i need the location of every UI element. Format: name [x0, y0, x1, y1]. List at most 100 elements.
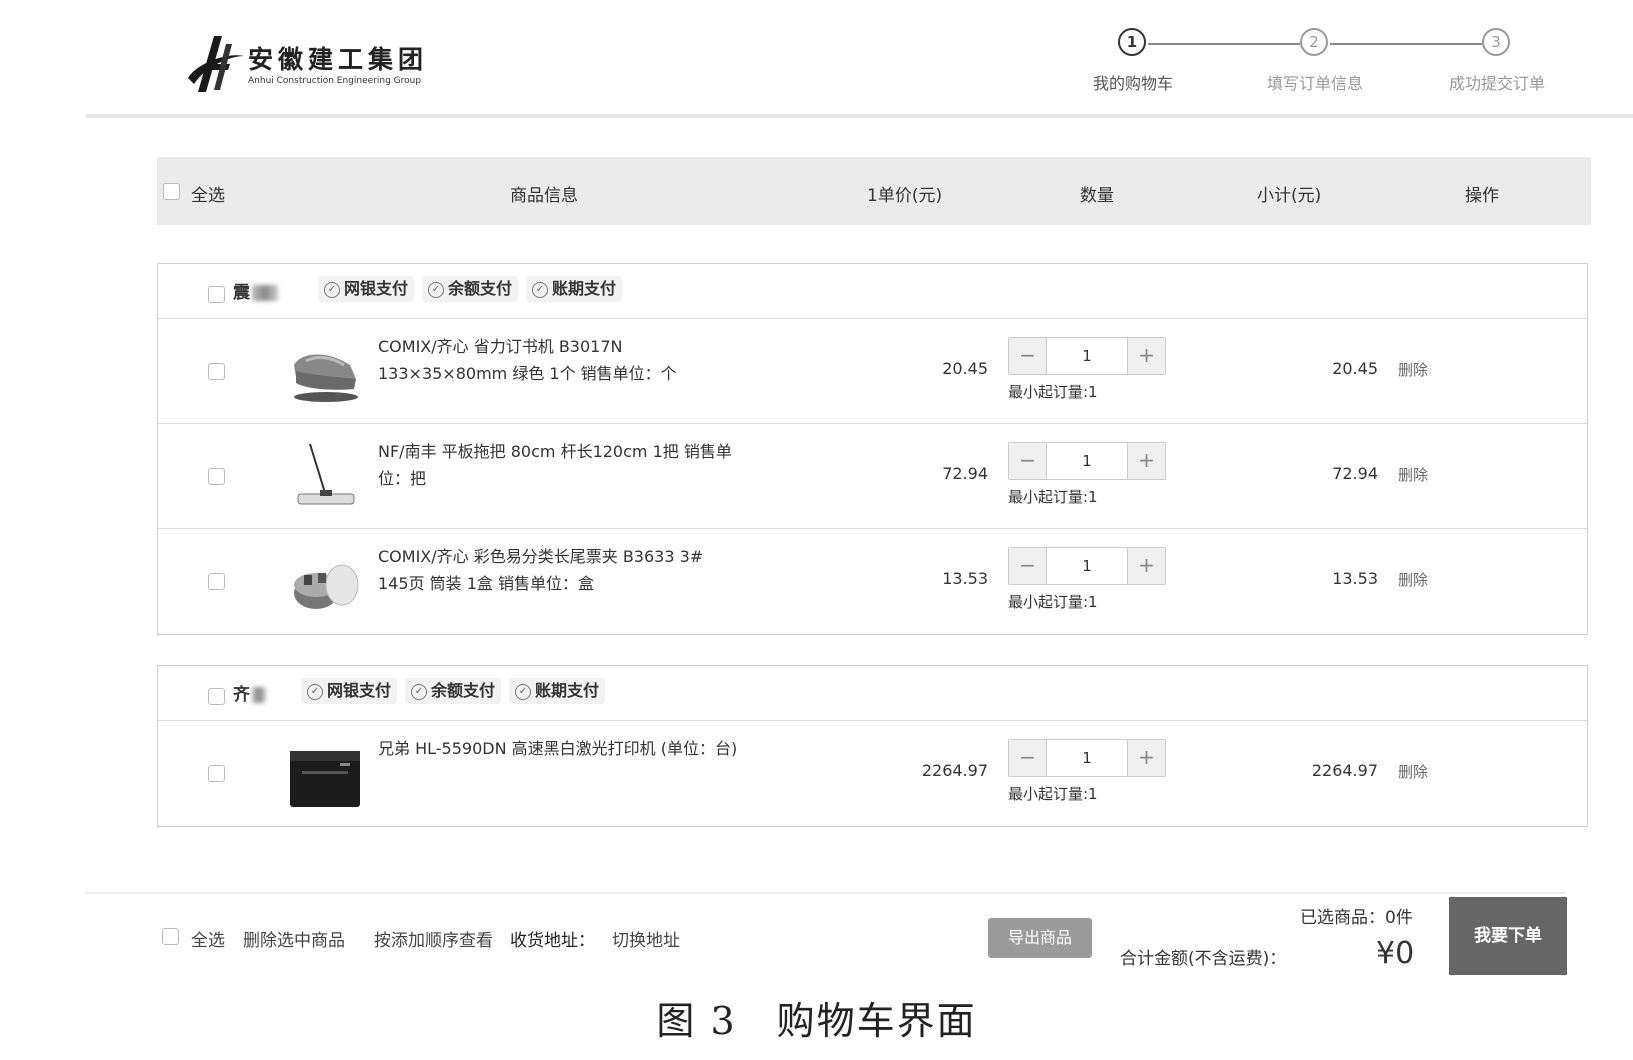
- check-circle-icon: ✓: [515, 683, 531, 700]
- item-checkbox[interactable]: [208, 468, 225, 485]
- shop-checkbox[interactable]: [208, 688, 225, 705]
- min-order-label: 最小起订量:1: [1008, 785, 1098, 803]
- column-action: 操作: [1465, 186, 1499, 206]
- logo-name-en: Anhui Construction Engineering Group: [248, 76, 422, 86]
- quantity-increase-button[interactable]: +: [1127, 740, 1165, 776]
- item-subtotal: 72.94: [1332, 464, 1378, 483]
- item-checkbox[interactable]: [208, 765, 225, 782]
- unit-price: 13.53: [942, 569, 988, 588]
- delete-item-link[interactable]: 删除: [1398, 464, 1428, 485]
- step-fill-order: 2 填写订单信息: [1240, 28, 1390, 98]
- total-label: 合计金额(不含运费)：: [1120, 949, 1287, 969]
- logo-mark-icon: [188, 36, 244, 92]
- item-subtotal: 13.53: [1332, 569, 1378, 588]
- column-quantity: 数量: [1080, 186, 1114, 206]
- shop-checkbox[interactable]: [208, 286, 225, 303]
- header-divider: [86, 114, 1633, 118]
- shop-name-text: 震: [233, 283, 250, 303]
- check-circle-icon: ✓: [532, 281, 548, 298]
- quantity-stepper: − 1 +: [1008, 547, 1166, 585]
- delete-selected-link[interactable]: 删除选中商品: [243, 926, 345, 951]
- check-circle-icon: ✓: [324, 281, 340, 298]
- quantity-stepper: − 1 +: [1008, 337, 1166, 375]
- step-label: 成功提交订单: [1448, 74, 1545, 93]
- shop-name-redacted: [252, 687, 266, 703]
- check-circle-icon: ✓: [428, 281, 444, 298]
- quantity-decrease-button[interactable]: −: [1009, 548, 1047, 584]
- payment-tag-label: 账期支付: [535, 681, 600, 700]
- product-name[interactable]: NF/南丰 平板拖把 80cm 杆长120cm 1把 销售单位：把: [378, 438, 738, 492]
- quantity-input[interactable]: 1: [1047, 338, 1127, 374]
- step-label: 填写订单信息: [1266, 74, 1363, 93]
- quantity-input[interactable]: 1: [1047, 443, 1127, 479]
- payment-tag-online-bank: ✓ 网银支付: [318, 276, 415, 302]
- company-logo[interactable]: 安徽建工集团 Anhui Construction Engineering Gr…: [186, 34, 426, 104]
- sort-by-added-link[interactable]: 按添加顺序查看: [374, 926, 493, 951]
- product-name[interactable]: 兄弟 HL-5590DN 高速黑白激光打印机 (单位：台): [378, 735, 798, 762]
- step-my-cart: 1 我的购物车: [1058, 28, 1208, 98]
- cart-item: 兄弟 HL-5590DN 高速黑白激光打印机 (单位：台) 2264.97 − …: [158, 721, 1587, 826]
- select-all-checkbox[interactable]: [163, 183, 180, 200]
- page-header: 安徽建工集团 Anhui Construction Engineering Gr…: [0, 0, 1633, 118]
- figure-caption: 图 3 购物车界面: [656, 999, 977, 1043]
- quantity-decrease-button[interactable]: −: [1009, 443, 1047, 479]
- check-circle-icon: ✓: [307, 683, 323, 700]
- payment-tag-label: 网银支付: [327, 681, 392, 700]
- item-subtotal: 2264.97: [1311, 761, 1378, 780]
- shop-header: 震 ✓ 网银支付 ✓ 余额支付 ✓ 账期支付: [158, 264, 1587, 319]
- shop-name: 震: [233, 278, 278, 303]
- shop-name-text: 齐: [233, 685, 250, 705]
- product-thumbnail-printer[interactable]: [286, 737, 364, 811]
- product-thumbnail-mop[interactable]: [286, 440, 364, 514]
- payment-tag-label: 余额支付: [448, 279, 513, 298]
- delete-item-link[interactable]: 删除: [1398, 359, 1428, 380]
- min-order-label: 最小起订量:1: [1008, 383, 1098, 401]
- footer-select-all-checkbox[interactable]: [162, 928, 179, 945]
- item-checkbox[interactable]: [208, 363, 225, 380]
- delete-item-link[interactable]: 删除: [1398, 761, 1428, 782]
- shop-block: 震 ✓ 网银支付 ✓ 余额支付 ✓ 账期支付 COMIX/齐心 省力订书机 B3017…: [157, 263, 1588, 635]
- column-unit-price: 1单价(元): [867, 186, 943, 206]
- step-number: 3: [1482, 28, 1510, 56]
- payment-tag-credit: ✓ 账期支付: [509, 678, 606, 704]
- logo-name-cn: 安徽建工集团: [248, 45, 429, 74]
- min-order-label: 最小起订量:1: [1008, 488, 1098, 506]
- shop-block: 齐 ✓ 网银支付 ✓ 余额支付 ✓ 账期支付 兄弟 HL-5590DN 高速黑白激光打…: [157, 665, 1588, 827]
- payment-tag-label: 网银支付: [344, 279, 409, 298]
- quantity-decrease-button[interactable]: −: [1009, 338, 1047, 374]
- unit-price: 72.94: [942, 464, 988, 483]
- quantity-increase-button[interactable]: +: [1127, 443, 1165, 479]
- cart-item: NF/南丰 平板拖把 80cm 杆长120cm 1把 销售单位：把 72.94 …: [158, 424, 1587, 529]
- shop-header: 齐 ✓ 网银支付 ✓ 余额支付 ✓ 账期支付: [158, 666, 1587, 721]
- shop-name-redacted: [252, 285, 278, 301]
- quantity-input[interactable]: 1: [1047, 548, 1127, 584]
- quantity-increase-button[interactable]: +: [1127, 338, 1165, 374]
- export-products-button[interactable]: 导出商品: [988, 918, 1092, 958]
- address-label: 收货地址：: [510, 931, 595, 951]
- footer-divider: [86, 892, 1566, 894]
- cart-item: COMIX/齐心 彩色易分类长尾票夹 B3633 3# 145页 筒装 1盒 销…: [158, 529, 1587, 634]
- quantity-decrease-button[interactable]: −: [1009, 740, 1047, 776]
- unit-price: 20.45: [942, 359, 988, 378]
- quantity-input[interactable]: 1: [1047, 740, 1127, 776]
- switch-address-link[interactable]: 切换地址: [612, 926, 680, 951]
- product-name[interactable]: COMIX/齐心 省力订书机 B3017N 133×35×80mm 绿色 1个 …: [378, 333, 738, 387]
- check-circle-icon: ✓: [411, 683, 427, 700]
- selected-count: 已选商品：0件: [1300, 908, 1413, 928]
- quantity-increase-button[interactable]: +: [1127, 548, 1165, 584]
- product-thumbnail-binder-clips[interactable]: [286, 545, 364, 619]
- quantity-stepper: − 1 +: [1008, 442, 1166, 480]
- product-thumbnail-stapler[interactable]: [286, 335, 364, 409]
- shop-name: 齐: [233, 680, 266, 705]
- item-subtotal: 20.45: [1332, 359, 1378, 378]
- delete-item-link[interactable]: 删除: [1398, 569, 1428, 590]
- step-submit-order: 3 成功提交订单: [1422, 28, 1572, 98]
- unit-price: 2264.97: [921, 761, 988, 780]
- step-number: 2: [1300, 28, 1328, 56]
- item-checkbox[interactable]: [208, 573, 225, 590]
- payment-tag-balance: ✓ 余额支付: [405, 678, 502, 704]
- product-name[interactable]: COMIX/齐心 彩色易分类长尾票夹 B3633 3# 145页 筒装 1盒 销…: [378, 543, 738, 597]
- place-order-button[interactable]: 我要下单: [1449, 897, 1567, 975]
- step-number: 1: [1118, 28, 1146, 56]
- footer-select-all-label[interactable]: 全选: [191, 926, 225, 951]
